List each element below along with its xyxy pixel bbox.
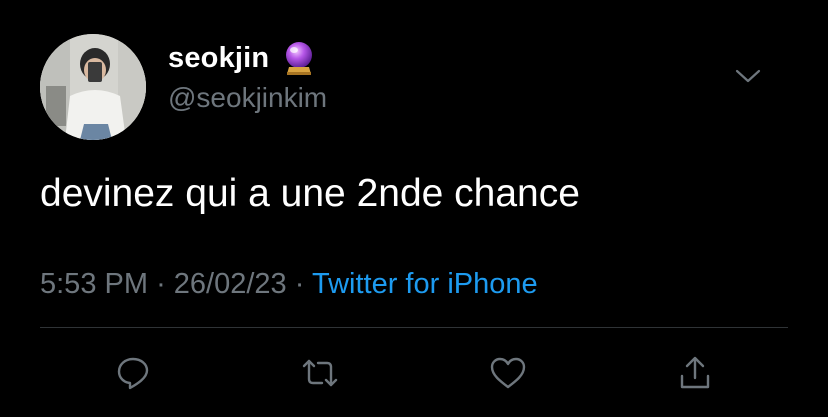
reply-button[interactable] [111,351,155,395]
share-icon [680,356,710,389]
meta-separator: · [294,268,305,300]
avatar[interactable] [40,34,146,140]
tweet-time[interactable]: 5:53 PM [40,268,148,300]
meta-separator: · [156,268,166,300]
reply-icon [117,357,149,390]
author-name-row: seokjin [168,40,315,76]
share-button[interactable] [673,351,717,395]
retweet-icon [302,359,338,387]
like-button[interactable] [486,351,530,395]
display-name[interactable]: seokjin [168,42,269,75]
retweet-button[interactable] [298,351,342,395]
crystal-ball-icon [286,42,313,75]
divider [40,327,788,328]
tweet-date[interactable]: 26/02/23 [174,268,287,300]
tweet-text: devinez qui a une 2nde chance [40,172,580,215]
tweet-source[interactable]: Twitter for iPhone [312,268,538,300]
like-icon [490,357,526,389]
avatar-photo [40,34,146,140]
chevron-down-icon[interactable] [735,66,761,86]
author-handle[interactable]: @seokjinkim [168,82,327,114]
tweet-meta: 5:53 PM · 26/02/23 · Twitter for iPhone [40,268,538,301]
